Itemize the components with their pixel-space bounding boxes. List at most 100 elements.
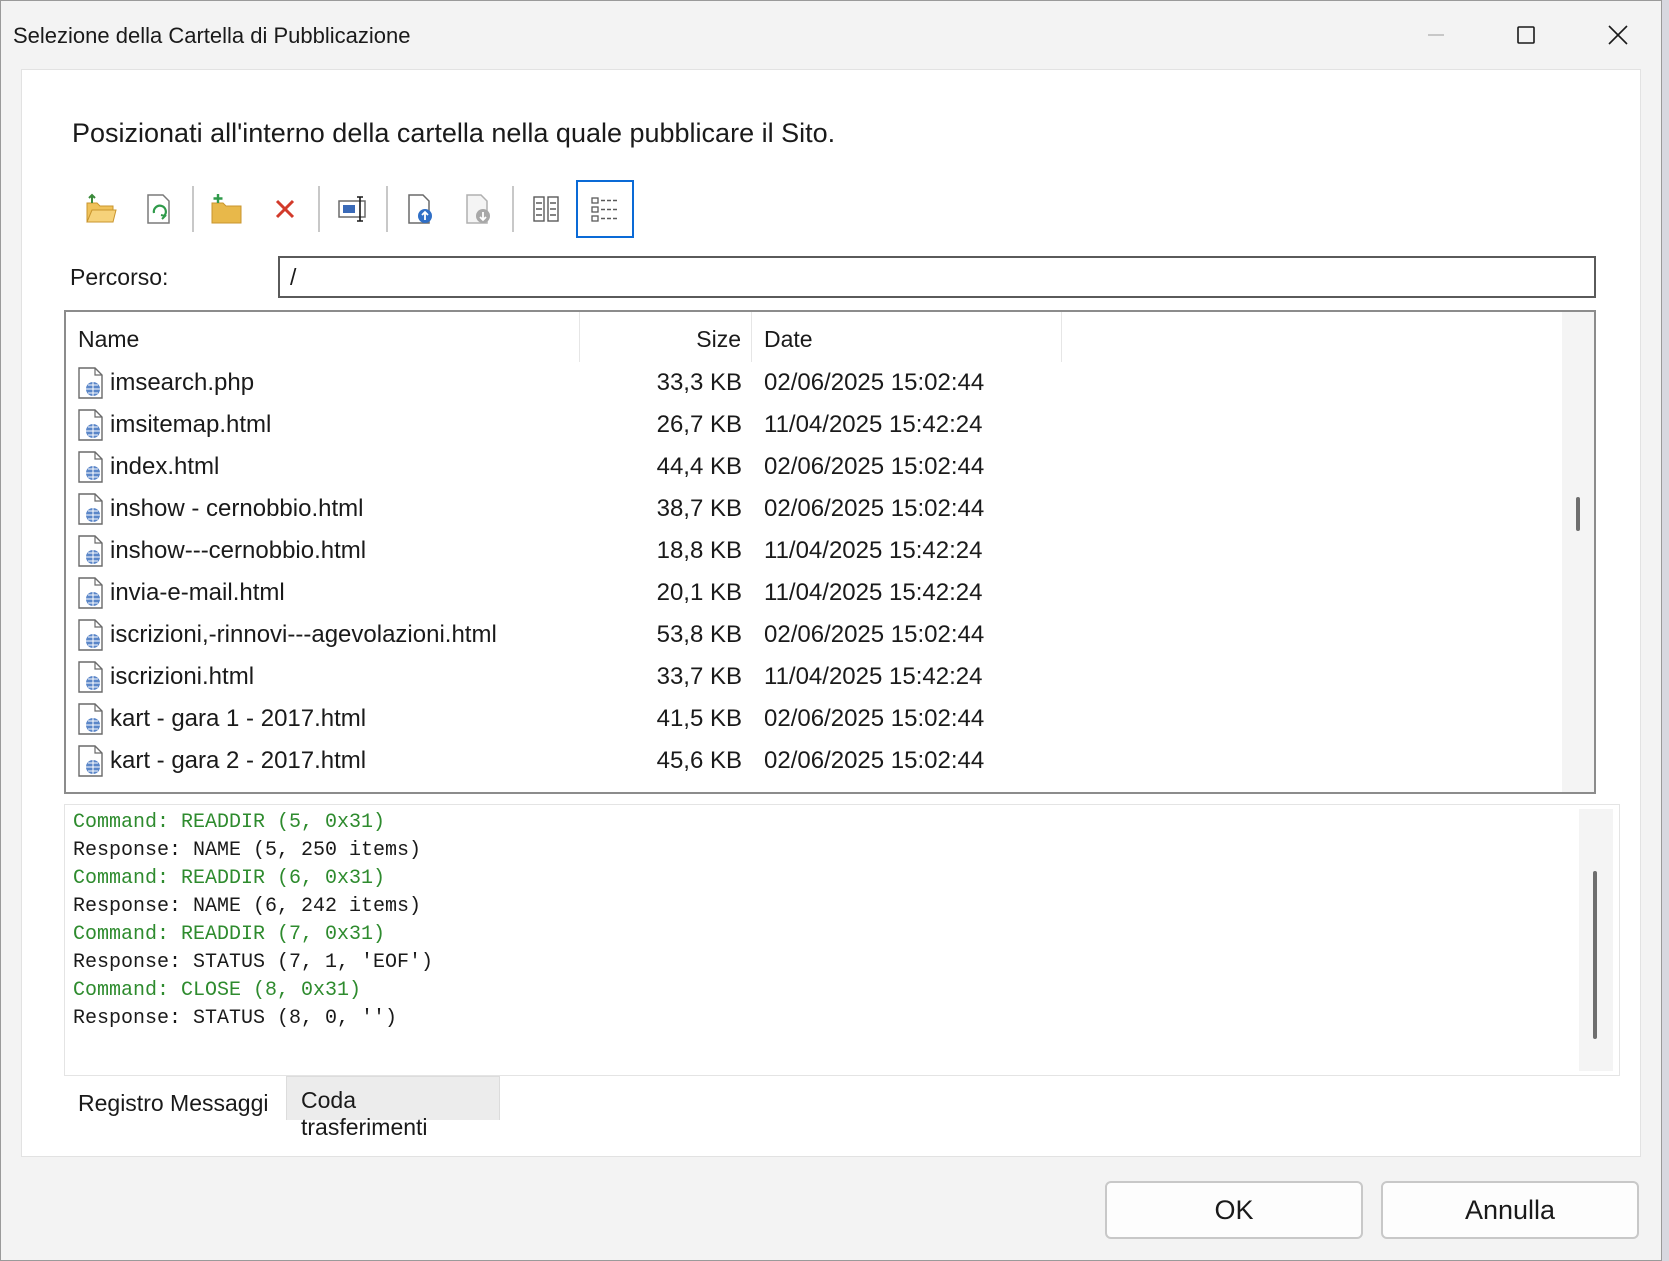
file-date: 02/06/2025 15:02:44 — [764, 747, 985, 774]
file-name-cell: iscrizioni,-rinnovi---agevolazioni.html — [66, 618, 580, 652]
download-icon — [466, 194, 490, 224]
toolbar-separator — [318, 186, 320, 232]
path-input[interactable] — [278, 256, 1596, 298]
title-bar: Selezione della Cartella di Pubblicazion… — [1, 1, 1661, 69]
cancel-button[interactable]: Annulla — [1381, 1181, 1639, 1239]
columns-view-icon — [533, 196, 559, 222]
details-view-icon — [591, 197, 617, 222]
file-size: 18,8 KB — [656, 537, 742, 564]
log-tabs: Registro Messaggi Coda trasferimenti — [64, 1076, 500, 1140]
file-name: inshow - cernobbio.html — [110, 495, 364, 522]
upload-icon — [408, 194, 432, 224]
columns-view-button[interactable] — [518, 180, 576, 238]
log-command-line: Command: READDIR (6, 0x31) — [73, 867, 386, 890]
delete-icon — [275, 199, 295, 219]
file-row[interactable]: iscrizioni.html 33,7 KB 11/04/2025 15:42:2… — [66, 656, 1562, 698]
file-list-rows: imsearch.php 33,3 KB 02/06/2025 15:02:44 im… — [66, 362, 1562, 782]
column-header-size[interactable]: Size — [580, 312, 752, 362]
file-name-cell: inshow---cernobbio.html — [66, 534, 580, 568]
upload-button[interactable] — [392, 180, 450, 238]
maximize-button[interactable] — [1503, 15, 1549, 55]
message-log: Command: READDIR (5, 0x31) Response: NAME… — [64, 804, 1620, 1076]
rename-icon — [338, 196, 366, 222]
file-name: kart - gara 2 - 2017.html — [110, 747, 367, 774]
web-file-icon — [78, 661, 103, 693]
file-size: 20,1 KB — [656, 579, 742, 606]
ok-button[interactable]: OK — [1105, 1181, 1363, 1239]
file-size: 38,7 KB — [656, 495, 742, 522]
web-file-icon — [78, 577, 103, 609]
tab-messages[interactable]: Registro Messaggi — [64, 1076, 286, 1120]
file-list[interactable]: Name Size Date imsearch.php 33,3 KB 02/06/… — [64, 310, 1596, 794]
file-name-cell: invia-e-mail.html — [66, 576, 580, 610]
file-date: 02/06/2025 15:02:44 — [764, 369, 985, 396]
web-file-icon — [78, 451, 103, 483]
delete-button[interactable] — [256, 180, 314, 238]
file-size: 33,3 KB — [656, 369, 742, 396]
path-label: Percorso: — [70, 264, 169, 290]
publish-folder-dialog: Selezione della Cartella di Pubblicazion… — [0, 0, 1662, 1261]
file-date: 02/06/2025 15:02:44 — [764, 453, 985, 480]
file-row[interactable]: inshow - cernobbio.html 38,7 KB 02/06/2025… — [66, 488, 1562, 530]
close-button[interactable] — [1595, 15, 1641, 55]
web-file-icon — [78, 703, 103, 735]
file-name-cell: imsitemap.html — [66, 408, 580, 442]
file-date: 11/04/2025 15:42:24 — [764, 579, 983, 606]
close-icon — [1608, 25, 1628, 45]
column-header-name[interactable]: Name — [66, 312, 580, 362]
file-name-cell: kart - gara 1 - 2017.html — [66, 702, 580, 736]
maximize-icon — [1517, 26, 1535, 44]
file-name: index.html — [110, 453, 220, 480]
file-name: iscrizioni.html — [110, 663, 255, 690]
file-name-cell: imsearch.php — [66, 366, 580, 400]
file-size: 44,4 KB — [656, 453, 742, 480]
file-name: imsearch.php — [110, 369, 255, 396]
tab-transfer-queue[interactable]: Coda trasferimenti — [286, 1076, 500, 1140]
web-file-icon — [78, 535, 103, 567]
file-row[interactable]: kart - gara 2 - 2017.html 45,6 KB 02/06/20… — [66, 740, 1562, 782]
file-name: iscrizioni,-rinnovi---agevolazioni.html — [110, 621, 497, 648]
log-scroll-thumb[interactable] — [1593, 871, 1597, 1039]
refresh-icon — [147, 194, 170, 224]
minimize-icon — [1428, 34, 1444, 36]
file-list-scrollbar[interactable] — [1562, 312, 1594, 792]
file-row[interactable]: imsearch.php 33,3 KB 02/06/2025 15:02:44 — [66, 362, 1562, 404]
new-folder-button[interactable] — [198, 180, 256, 238]
refresh-button[interactable] — [130, 180, 188, 238]
web-file-icon — [78, 619, 103, 651]
toolbar-separator — [386, 186, 388, 232]
log-response-line: Response: NAME (6, 242 items) — [73, 895, 422, 918]
file-row[interactable]: invia-e-mail.html 20,1 KB 11/04/2025 15:42… — [66, 572, 1562, 614]
rename-button[interactable] — [324, 180, 382, 238]
file-row[interactable]: iscrizioni,-rinnovi---agevolazioni.html 5… — [66, 614, 1562, 656]
open-folder-button[interactable] — [72, 180, 130, 238]
content-panel: Posizionati all'interno della cartella n… — [21, 69, 1641, 1157]
file-date: 02/06/2025 15:02:44 — [764, 495, 985, 522]
file-date: 11/04/2025 15:42:24 — [764, 663, 983, 690]
file-date: 02/06/2025 15:02:44 — [764, 621, 985, 648]
file-size: 26,7 KB — [656, 411, 742, 438]
file-list-scroll-thumb[interactable] — [1576, 497, 1580, 531]
file-name: imsitemap.html — [110, 411, 272, 438]
file-row[interactable]: inshow---cernobbio.html 18,8 KB 11/04/2025… — [66, 530, 1562, 572]
details-view-button[interactable] — [576, 180, 634, 238]
file-row[interactable]: index.html 44,4 KB 02/06/2025 15:02:44 — [66, 446, 1562, 488]
web-file-icon — [78, 493, 103, 525]
background-window-edge-right — [1662, 0, 1669, 1261]
web-file-icon — [78, 367, 103, 399]
file-date: 02/06/2025 15:02:44 — [764, 705, 985, 732]
file-row[interactable]: imsitemap.html 26,7 KB 11/04/2025 15:42:24 — [66, 404, 1562, 446]
file-name-cell: iscrizioni.html — [66, 660, 580, 694]
minimize-button[interactable] — [1413, 15, 1459, 55]
log-response-line: Response: STATUS (8, 0, '') — [73, 1007, 398, 1030]
log-command-line: Command: READDIR (7, 0x31) — [73, 923, 386, 946]
log-response-line: Response: STATUS (7, 1, 'EOF') — [73, 951, 434, 974]
log-command-line: Command: CLOSE (8, 0x31) — [73, 979, 362, 1002]
file-size: 33,7 KB — [656, 663, 742, 690]
download-button[interactable] — [450, 180, 508, 238]
log-scrollbar[interactable] — [1579, 809, 1613, 1071]
toolbar-separator — [512, 186, 514, 232]
column-header-date[interactable]: Date — [752, 312, 1062, 362]
file-row[interactable]: kart - gara 1 - 2017.html 41,5 KB 02/06/20… — [66, 698, 1562, 740]
toolbar — [72, 180, 634, 238]
